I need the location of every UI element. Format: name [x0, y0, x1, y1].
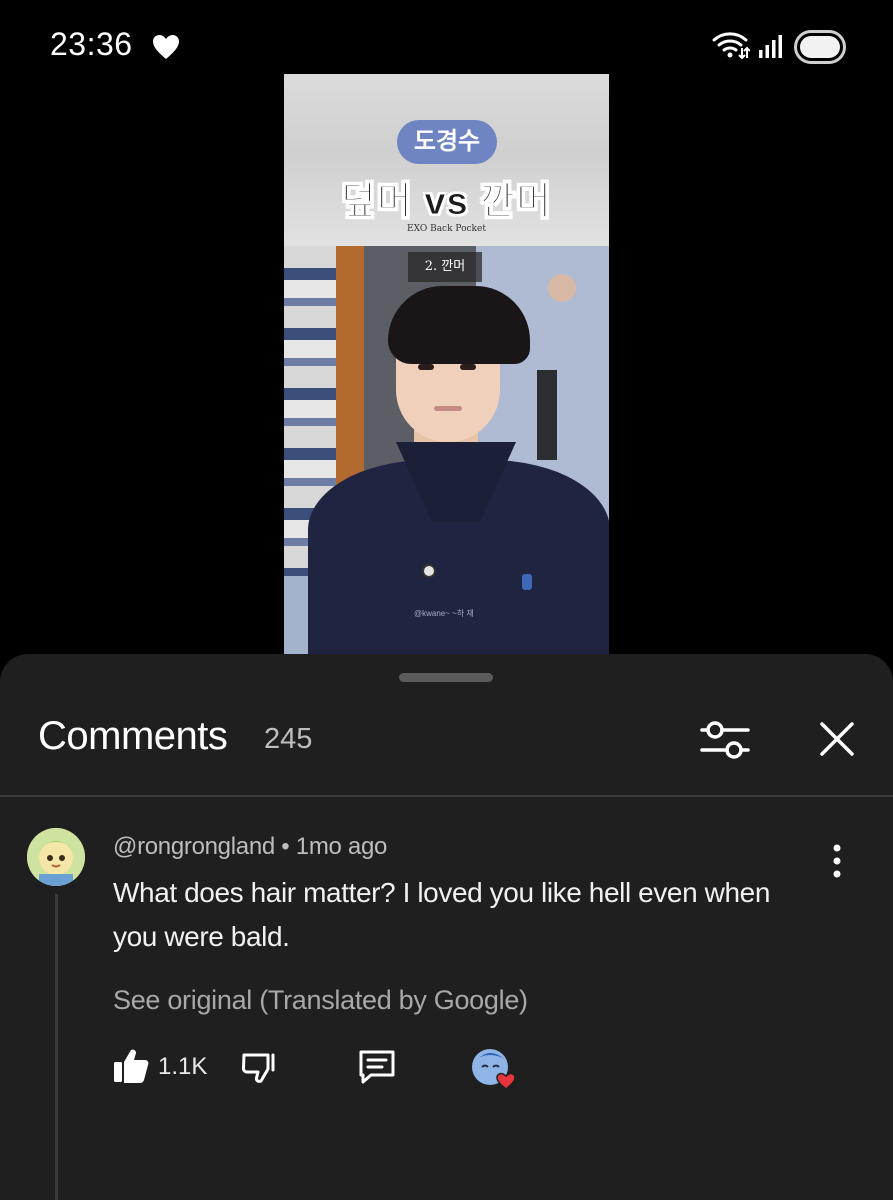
filter-icon[interactable] — [698, 717, 752, 763]
comment-text: What does hair matter? I loved you like … — [113, 877, 770, 952]
comment-item: @rongrongland • 1mo ago What does hair m… — [0, 797, 893, 1200]
like-button[interactable]: 1.1K — [112, 1047, 212, 1087]
person-mouth — [434, 406, 462, 411]
video-player[interactable]: 도경수 덮머 vs 깐머 EXO Back Pocket 2. 깐머 @kwan… — [284, 74, 609, 654]
shirt-logo — [522, 574, 532, 590]
thumbs-up-icon — [114, 1049, 149, 1083]
video-title-card: 도경수 덮머 vs 깐머 EXO Back Pocket — [284, 74, 609, 246]
reply-icon — [359, 1050, 395, 1084]
screen: 23:36 도경수 덮머 vs 깐머 EXO Back Pocket 2. 깐머… — [0, 0, 893, 1200]
comments-title: Comments — [38, 714, 228, 758]
lapel-mic — [422, 564, 436, 578]
status-time: 23:36 — [50, 26, 133, 62]
video-scene: 2. 깐머 @kwane~ ~하 재 — [284, 246, 609, 654]
avatar-image — [27, 828, 85, 886]
scene-hook — [537, 370, 557, 460]
battery-icon — [794, 30, 846, 64]
person-hair — [388, 286, 530, 364]
comment-actions: 1.1K — [0, 1047, 893, 1127]
scene-photo — [548, 274, 576, 302]
wifi-icon — [712, 32, 750, 60]
comments-sheet: Comments 245 @rongrongland • 1mo ago Wha… — [0, 654, 893, 1200]
avatar[interactable] — [27, 828, 85, 886]
meta-separator: • — [281, 833, 290, 860]
video-credit: EXO Back Pocket — [407, 224, 486, 234]
person-eye-right — [460, 364, 476, 370]
chapter-label: 2. 깐머 — [408, 252, 482, 282]
drag-handle[interactable] — [399, 673, 493, 682]
comments-count: 245 — [264, 723, 313, 755]
comment-time: 1mo ago — [295, 833, 388, 860]
thumbs-down-icon — [241, 1053, 275, 1083]
see-original-link[interactable]: See original (Translated by Google) — [113, 985, 528, 1016]
person-eye-left — [418, 364, 434, 370]
battery-level — [800, 36, 840, 58]
dislike-button[interactable] — [240, 1047, 280, 1087]
comment-meta: @rongrongland • 1mo ago — [113, 833, 387, 861]
like-count: 1.1K — [158, 1053, 208, 1080]
creator-heart — [470, 1047, 522, 1091]
heart-icon — [153, 35, 179, 59]
name-pill: 도경수 — [397, 120, 497, 164]
comment-author[interactable]: @rongrongland — [113, 833, 275, 860]
video-title: 덮머 vs 깐머 — [340, 181, 553, 224]
close-icon[interactable] — [818, 720, 856, 758]
video-caption: @kwane~ ~하 재 — [414, 609, 474, 618]
more-vert-icon[interactable] — [826, 841, 848, 881]
reply-button[interactable] — [356, 1047, 398, 1087]
creator-heart-icon — [472, 1049, 516, 1090]
signal-icon — [759, 35, 782, 58]
